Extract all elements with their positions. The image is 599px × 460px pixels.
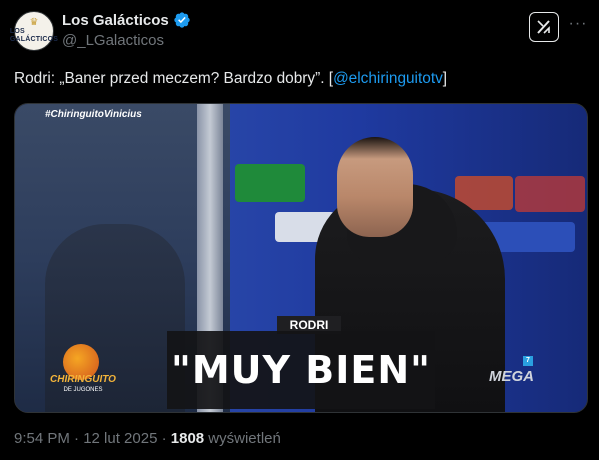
tweet-text-body: Rodri: „Baner przed meczem? Bardzo dobry…	[14, 70, 334, 87]
left-logo-sub: DE JUGONES	[63, 387, 103, 393]
grok-icon	[537, 20, 550, 34]
media-hashtag: #ChiringuitoVinicius	[45, 109, 142, 120]
player-head	[337, 137, 413, 237]
tweet-meta: 9:54 PM · 12 lut 2025 · 1808 wyświetleń	[14, 430, 281, 447]
more-icon: ···	[568, 15, 588, 32]
media-caption: "MUY BIEN"	[167, 331, 435, 409]
mega-logo: 7 MEGA	[489, 356, 539, 390]
sponsor-board	[235, 164, 305, 202]
author-handle[interactable]: @_LGalacticos	[62, 32, 164, 49]
grok-button[interactable]	[529, 12, 559, 42]
tweet-text-end: ]	[442, 70, 448, 87]
verified-badge-icon	[174, 12, 190, 28]
right-logo-text: MEGA	[489, 368, 534, 385]
crown-icon: ♛	[29, 17, 39, 28]
avatar[interactable]: ♛ LOS GALÁCTICOS	[10, 11, 58, 51]
mention-link[interactable]: @elchiringuitotv	[333, 70, 443, 87]
views-count: 1808	[170, 430, 205, 447]
tweet-media[interactable]: #ChiringuitoVinicius RODRI "MUY BIEN" CH…	[14, 103, 588, 413]
tweet: ♛ LOS GALÁCTICOS Los Galácticos @_LGalac…	[0, 0, 599, 460]
chiringuito-logo: CHIRINGUITO DE JUGONES	[41, 344, 125, 404]
author-name[interactable]: Los Galácticos	[62, 12, 169, 29]
author-name-row[interactable]: Los Galácticos	[62, 11, 191, 29]
avatar-text: LOS GALÁCTICOS	[9, 28, 59, 43]
views-label: wyświetleń	[204, 430, 281, 447]
left-logo-text: CHIRINGUITO	[50, 374, 116, 385]
sponsor-board	[515, 176, 585, 212]
right-logo-number: 7	[523, 356, 533, 366]
more-button[interactable]: ···	[566, 12, 590, 36]
tweet-timestamp[interactable]: 9:54 PM · 12 lut 2025 ·	[14, 430, 171, 447]
tweet-text: Rodri: „Baner przed meczem? Bardzo dobry…	[14, 69, 584, 89]
